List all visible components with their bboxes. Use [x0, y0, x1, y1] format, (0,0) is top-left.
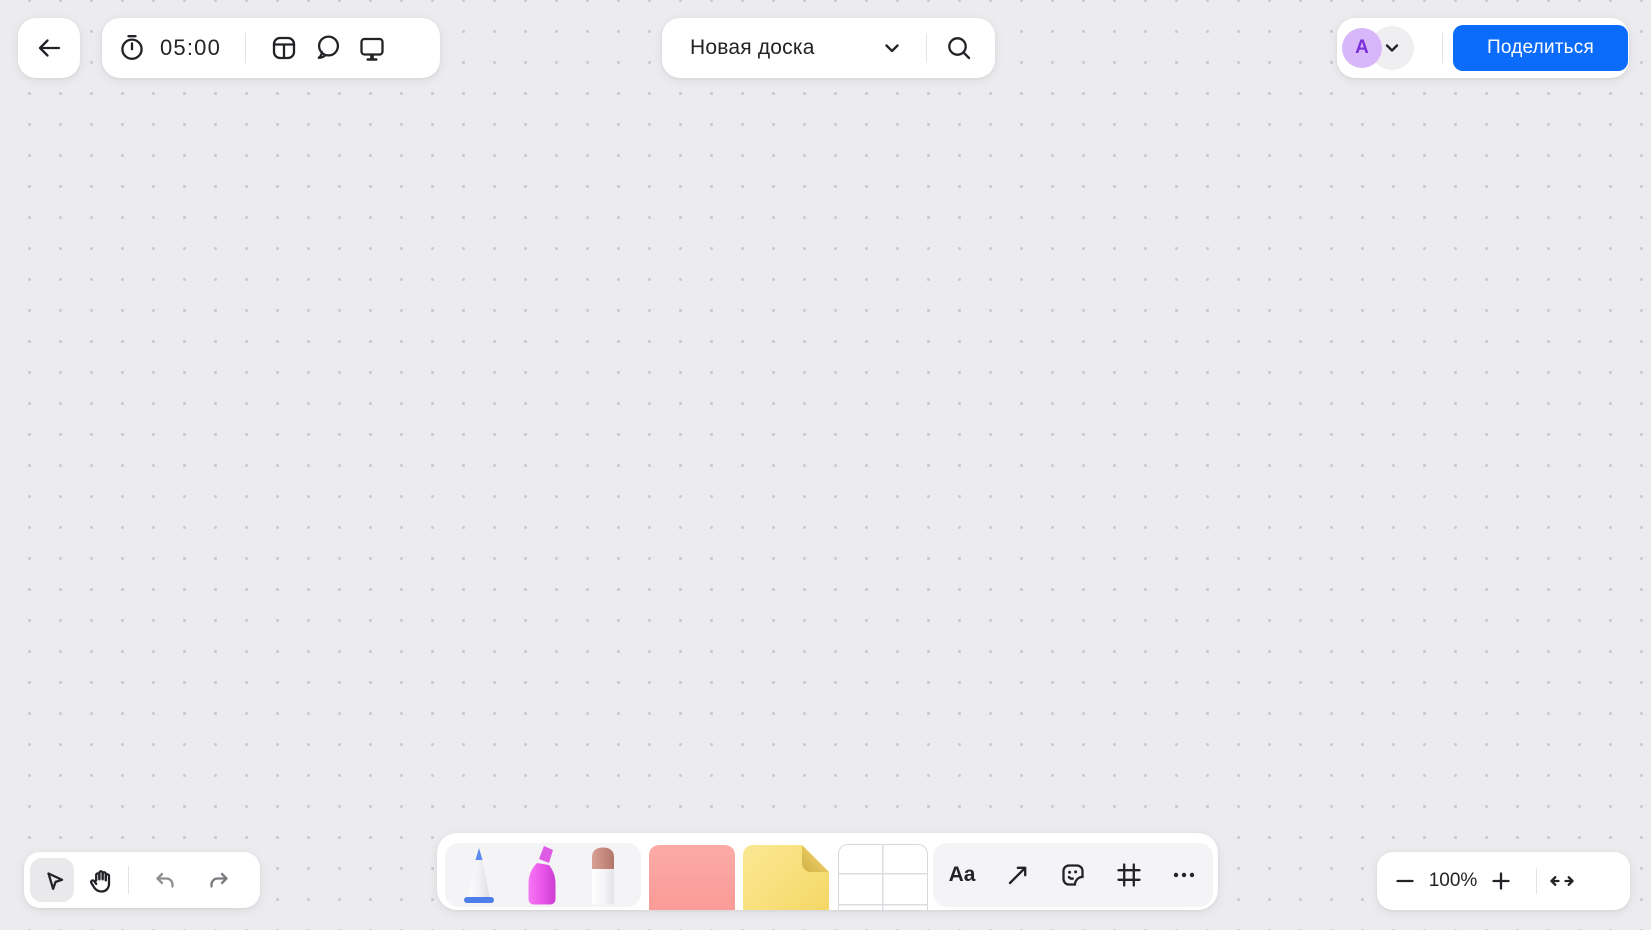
redo-button[interactable]	[197, 858, 241, 902]
sticky-note-fold	[802, 845, 829, 872]
connector-tool-button[interactable]	[995, 852, 1041, 898]
template-icon	[269, 33, 299, 63]
sticky-note-tool[interactable]	[743, 845, 829, 910]
account-toolbar: A Поделиться	[1337, 18, 1629, 78]
sticker-icon	[1058, 860, 1088, 890]
pens-panel	[445, 843, 641, 907]
sticky-note	[743, 845, 829, 910]
stopwatch-icon	[117, 33, 147, 63]
canvas[interactable]: { "colors": { "bg": "#ECECEF", "dot": "#…	[0, 0, 1651, 930]
frame-tool-button[interactable]	[1106, 852, 1152, 898]
chevron-down-icon	[881, 37, 903, 59]
timer-toolbar: 05:00	[102, 18, 440, 78]
frame-icon	[1114, 860, 1144, 890]
search-button[interactable]	[939, 26, 979, 70]
chevron-down-icon	[1382, 38, 1402, 58]
redo-icon	[206, 867, 232, 893]
zoom-level[interactable]: 100%	[1422, 870, 1484, 892]
divider	[128, 866, 129, 894]
creation-toolbar: Aa	[437, 833, 1218, 910]
eraser-tool[interactable]	[585, 845, 621, 905]
connector-arrow-icon	[1003, 860, 1033, 890]
text-tool-label: Aa	[948, 863, 976, 886]
zoom-toolbar: 100%	[1377, 852, 1630, 910]
divider	[1536, 868, 1537, 894]
hand-icon	[87, 867, 114, 894]
arrows-horizontal-icon	[1547, 866, 1577, 896]
divider	[926, 33, 927, 63]
marker-tool[interactable]	[457, 845, 501, 905]
board-menu-button[interactable]	[874, 26, 910, 70]
search-icon	[945, 34, 973, 62]
present-icon	[357, 33, 387, 63]
divider	[245, 33, 247, 63]
chat-icon	[313, 33, 343, 63]
plus-icon	[1486, 866, 1516, 896]
cursor-icon	[39, 867, 65, 893]
undo-icon	[152, 867, 178, 893]
zoom-in-button[interactable]	[1484, 861, 1518, 901]
select-tool-button[interactable]	[30, 858, 74, 902]
comments-button[interactable]	[306, 26, 350, 70]
highlighter-tool[interactable]	[519, 845, 565, 905]
more-tools-button[interactable]	[1161, 852, 1207, 898]
share-button[interactable]: Поделиться	[1453, 25, 1628, 71]
timer-value[interactable]: 05:00	[160, 35, 221, 61]
zoom-out-button[interactable]	[1388, 861, 1422, 901]
back-button[interactable]	[18, 18, 80, 78]
text-tool-button[interactable]: Aa	[939, 852, 985, 898]
selection-toolbar	[24, 852, 260, 908]
page-title: Новая доска	[690, 36, 815, 59]
sticker-tool-button[interactable]	[1050, 852, 1096, 898]
fit-to-screen-button[interactable]	[1545, 861, 1579, 901]
table-tool[interactable]	[838, 844, 928, 910]
timer-button[interactable]	[116, 26, 148, 70]
hand-tool-button[interactable]	[78, 858, 122, 902]
minus-icon	[1390, 866, 1420, 896]
avatar-letter: A	[1355, 37, 1369, 58]
arrow-left-icon	[33, 32, 65, 64]
board-title-toolbar: Новая доска	[662, 18, 995, 78]
undo-button[interactable]	[143, 858, 187, 902]
section-tool[interactable]	[649, 845, 735, 910]
avatar[interactable]: A	[1342, 28, 1382, 68]
templates-button[interactable]	[262, 26, 306, 70]
divider	[1442, 33, 1443, 63]
present-button[interactable]	[350, 26, 394, 70]
shapes-panel: Aa	[933, 843, 1213, 907]
more-icon	[1169, 860, 1199, 890]
